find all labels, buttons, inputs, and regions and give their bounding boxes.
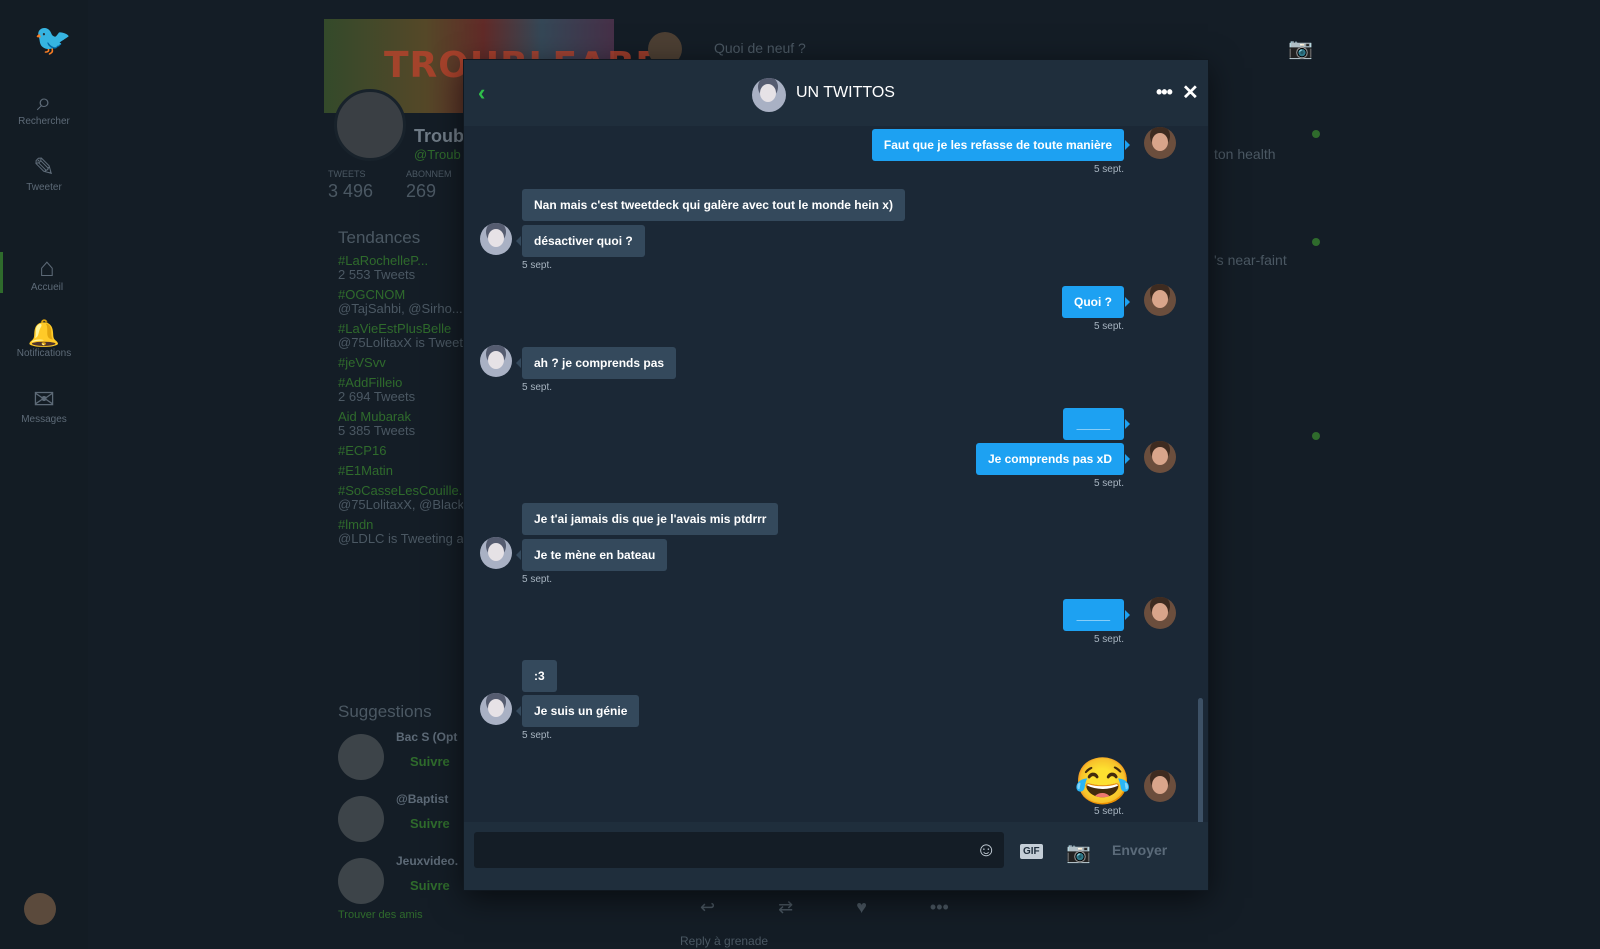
more-options-icon[interactable]: ••• <box>1156 82 1173 103</box>
nav-search-label: Rechercher <box>18 116 70 127</box>
nav-home[interactable]: ⌂ Accueil <box>0 252 91 293</box>
camera-icon[interactable]: 📷 <box>1288 36 1313 61</box>
message-timestamp: 5 sept. <box>1093 806 1124 817</box>
status-dot-icon <box>1312 238 1320 246</box>
message-bubble-received[interactable]: Je te mène en bateau <box>515 539 668 571</box>
bell-icon: 🔔 <box>27 318 61 348</box>
back-icon[interactable]: ‹ <box>478 80 485 106</box>
timeline-footer: Reply à grenade <box>680 934 769 948</box>
nav-messages[interactable]: ✉ Messages <box>0 384 88 425</box>
avatar <box>1144 441 1176 473</box>
stat-following-value[interactable]: 269 <box>406 181 436 202</box>
nav-tweet[interactable]: ✎ Tweeter <box>0 152 88 193</box>
dm-header: ‹ UN TWITTOS ••• ✕ <box>464 60 1208 126</box>
dm-modal: ‹ UN TWITTOS ••• ✕ Faut que je les refas… <box>464 60 1208 890</box>
avatar <box>480 223 512 255</box>
conversation-thread[interactable]: Faut que je les refasse de toute manière… <box>464 126 1208 822</box>
follow-button[interactable]: Suivre <box>410 816 450 831</box>
message-input[interactable] <box>474 832 1004 868</box>
message-bubble-sent[interactable]: Je comprends pas xD <box>975 443 1131 475</box>
tweet-actions: ↩ ⇄ ♥ ••• <box>700 897 1007 918</box>
conversation-scrollbar[interactable] <box>1198 698 1203 822</box>
account-avatar[interactable] <box>24 893 56 925</box>
profile-name[interactable]: Troub <box>414 126 464 147</box>
status-dot-icon <box>1312 432 1320 440</box>
left-navigation: 🐦 ⌕ Rechercher ✎ Tweeter ⌂ Accueil 🔔 Not… <box>0 0 88 949</box>
message-timestamp: 5 sept. <box>522 382 553 393</box>
message-timestamp: 5 sept. <box>522 574 553 585</box>
retweet-icon[interactable]: ⇄ <box>778 897 793 917</box>
status-dot-icon <box>1312 130 1320 138</box>
close-icon[interactable]: ✕ <box>1182 80 1199 105</box>
nav-home-label: Accueil <box>30 282 64 293</box>
message-bubble-received[interactable]: Je t'ai jamais dis que je l'avais mis pt… <box>522 503 779 535</box>
gif-button[interactable]: GIF <box>1020 844 1043 859</box>
suggestion-name[interactable]: Jeuxvideo. <box>396 854 458 868</box>
laughing-emoji-icon[interactable]: 😂 <box>1074 756 1131 806</box>
avatar <box>1144 597 1176 629</box>
heart-icon[interactable]: ♥ <box>856 897 867 917</box>
nav-notifications-label: Notifications <box>16 348 72 359</box>
follow-button[interactable]: Suivre <box>410 754 450 769</box>
message-timestamp: 5 sept. <box>1093 634 1124 645</box>
nav-tweet-label: Tweeter <box>26 182 62 193</box>
send-button[interactable]: Envoyer <box>1112 842 1167 858</box>
profile-handle[interactable]: @Troub <box>414 147 461 162</box>
nav-search[interactable]: ⌕ Rechercher <box>0 86 88 127</box>
message-timestamp: 5 sept. <box>522 260 553 271</box>
reply-icon[interactable]: ↩ <box>700 897 715 917</box>
inbox-icon: ✉ <box>33 384 55 414</box>
twitter-logo-icon: 🐦 <box>34 24 72 57</box>
message-bubble-sent[interactable]: Faut que je les refasse de toute manière <box>871 129 1131 161</box>
follow-button[interactable]: Suivre <box>410 878 450 893</box>
message-bubble-received[interactable]: Je suis un génie <box>515 695 640 727</box>
avatar[interactable] <box>338 858 384 904</box>
camera-icon[interactable]: 📷 <box>1066 840 1091 865</box>
emoji-icon[interactable]: ☺ <box>976 839 996 862</box>
avatar <box>1144 770 1176 802</box>
find-friends-link[interactable]: Trouver des amis <box>338 909 423 921</box>
message-bubble-received[interactable]: désactiver quoi ? <box>516 225 645 257</box>
message-bubble-received[interactable]: ah ? je comprends pas <box>515 347 677 379</box>
message-timestamp: 5 sept. <box>1093 478 1124 489</box>
avatar <box>480 693 512 725</box>
nav-messages-label: Messages <box>21 414 67 425</box>
message-timestamp: 5 sept. <box>1093 164 1124 175</box>
message-timestamp: 5 sept. <box>522 730 553 741</box>
avatar <box>480 345 512 377</box>
avatar <box>1144 284 1176 316</box>
message-bubble-received[interactable]: :3 <box>522 660 557 692</box>
conversation-avatar <box>752 78 786 112</box>
home-icon: ⌂ <box>39 252 55 282</box>
more-icon[interactable]: ••• <box>930 897 949 917</box>
message-bubble-sent[interactable]: _____ <box>1062 408 1131 440</box>
message-timestamp: 5 sept. <box>1093 321 1124 332</box>
message-bubble-sent[interactable]: _____ <box>1062 599 1131 631</box>
message-bubble-received[interactable]: Nan mais c'est tweetdeck qui galère avec… <box>522 189 905 221</box>
avatar[interactable] <box>338 796 384 842</box>
message-composer: ☺ GIF 📷 Envoyer <box>464 822 1208 890</box>
timeline-snippet: 's near-faint <box>1214 252 1287 268</box>
avatar <box>1144 127 1176 159</box>
nav-notifications[interactable]: 🔔 Notifications <box>0 318 88 359</box>
profile-avatar[interactable] <box>334 89 406 161</box>
suggestion-name[interactable]: @Baptist <box>396 792 448 806</box>
avatar <box>480 537 512 569</box>
suggestion-name[interactable]: Bac S (Opt <box>396 730 457 744</box>
timeline-snippet: ton health <box>1214 146 1276 162</box>
compose-placeholder[interactable]: Quoi de neuf ? <box>714 40 806 56</box>
stat-tweets-value[interactable]: 3 496 <box>328 181 373 202</box>
stat-tweets-label: TWEETS <box>328 169 366 179</box>
stat-following-label: ABONNEM <box>406 169 452 179</box>
message-bubble-sent[interactable]: Quoi ? <box>1062 286 1130 318</box>
search-icon: ⌕ <box>36 86 52 116</box>
conversation-title: UN TWITTOS <box>796 84 895 101</box>
avatar[interactable] <box>338 734 384 780</box>
compose-icon: ✎ <box>33 152 55 182</box>
